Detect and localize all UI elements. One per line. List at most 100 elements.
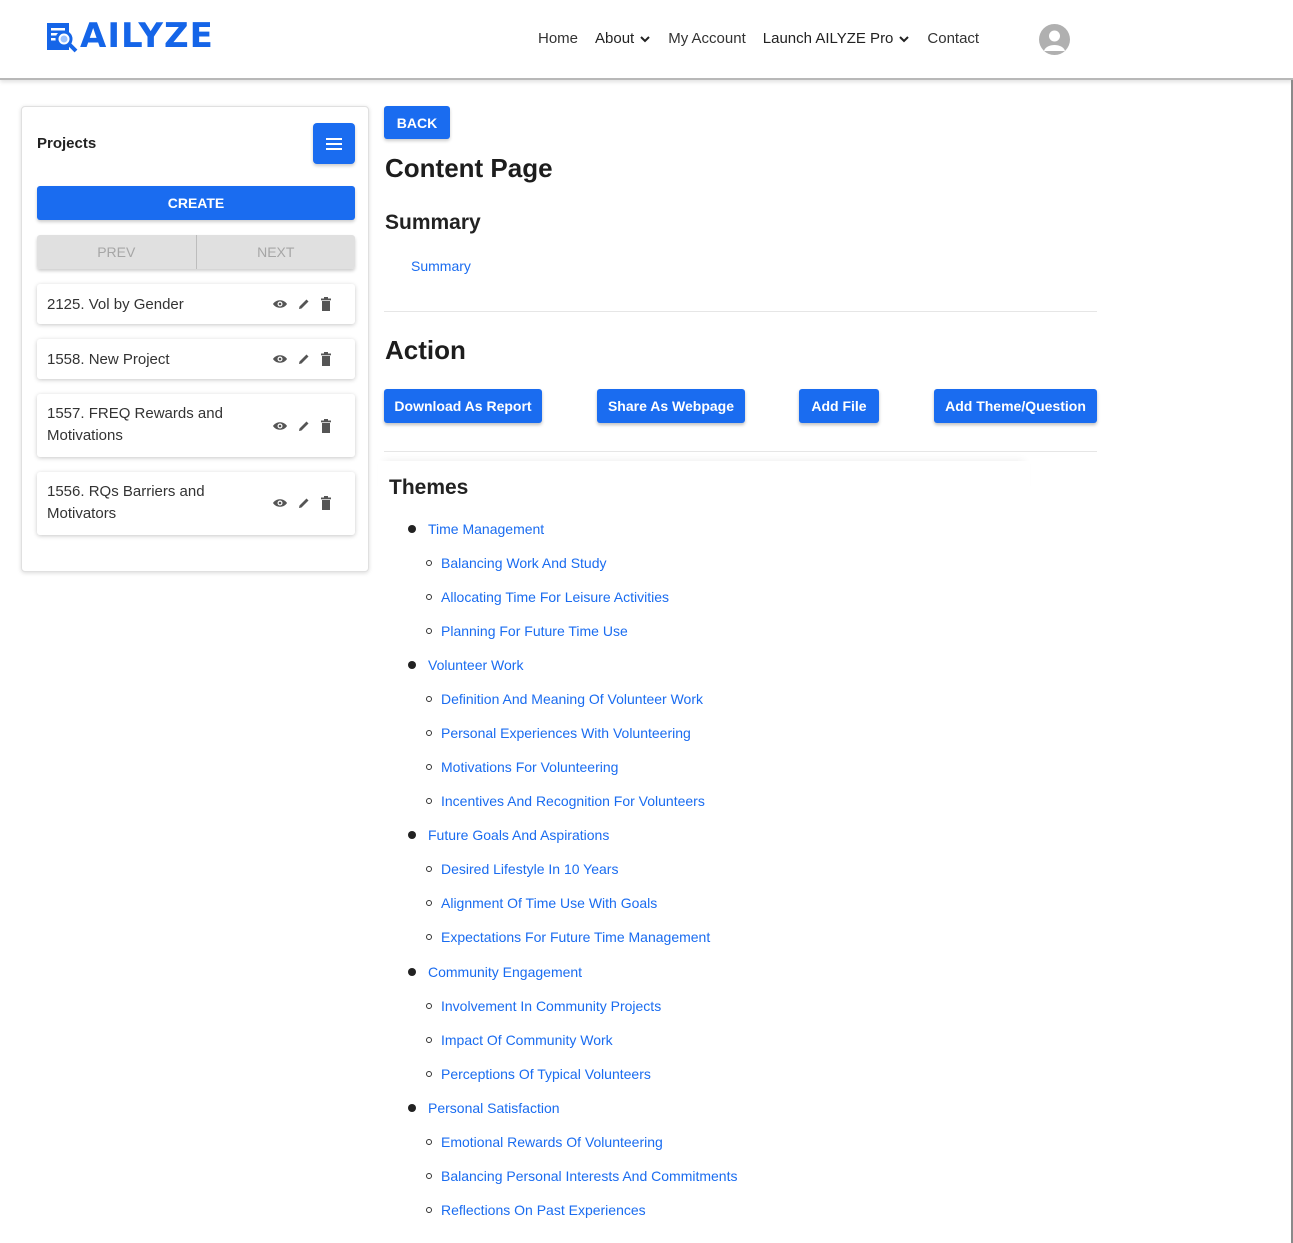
subtheme-item[interactable]: Motivations For Volunteering — [426, 759, 618, 775]
subtheme-title: Definition And Meaning Of Volunteer Work — [441, 691, 704, 707]
create-project-button[interactable]: CREATE — [37, 186, 355, 220]
nav-my-account[interactable]: My Account — [668, 30, 746, 47]
eye-icon[interactable] — [272, 352, 288, 366]
circle-bullet-icon — [426, 594, 432, 600]
subtheme-item[interactable]: Impact Of Community Work — [426, 1032, 613, 1048]
brand-name: AILYZE — [80, 16, 214, 56]
theme-item[interactable]: Time Management — [408, 521, 544, 537]
subtheme-item[interactable]: Allocating Time For Leisure Activities — [426, 589, 669, 605]
subtheme-title: Motivations For Volunteering — [441, 759, 619, 775]
pencil-icon[interactable] — [297, 496, 311, 510]
theme-item[interactable]: Community Engagement — [408, 964, 582, 980]
subtheme-title: Balancing Personal Interests And Commitm… — [441, 1168, 738, 1184]
project-item[interactable]: 1556. RQs Barriers and Motivators — [37, 472, 355, 535]
top-navbar: AILYZE Home About My Account Launch AILY… — [0, 0, 1293, 80]
subtheme-title: Reflections On Past Experiences — [441, 1202, 646, 1218]
menu-button[interactable] — [313, 123, 355, 164]
subtheme-item[interactable]: Expectations For Future Time Management — [426, 929, 710, 945]
pencil-icon[interactable] — [297, 352, 311, 366]
project-name: 1557. FREQ Rewards and Motivations — [47, 405, 223, 444]
subtheme-item[interactable]: Planning For Future Time Use — [426, 623, 628, 639]
user-avatar-icon[interactable] — [1039, 24, 1070, 55]
subtheme-item[interactable]: Perceptions Of Typical Volunteers — [426, 1066, 651, 1082]
subtheme-title: Incentives And Recognition For Volunteer… — [441, 793, 705, 809]
download-report-button[interactable]: Download As Report — [384, 389, 542, 423]
subtheme-item[interactable]: Reflections On Past Experiences — [426, 1202, 646, 1218]
theme-title: Future Goals And Aspirations — [428, 827, 610, 843]
themes-heading: Themes — [389, 476, 469, 499]
eye-icon[interactable] — [272, 297, 288, 311]
circle-bullet-icon — [426, 696, 432, 702]
circle-bullet-icon — [426, 1037, 432, 1043]
pencil-icon[interactable] — [297, 297, 311, 311]
subtheme-item[interactable]: Alignment Of Time Use With Goals — [426, 895, 657, 911]
subtheme-title: Emotional Rewards Of Volunteering — [441, 1134, 663, 1150]
trash-icon[interactable] — [320, 419, 332, 433]
project-name: 1556. RQs Barriers and Motivators — [47, 483, 205, 522]
circle-bullet-icon — [426, 1003, 432, 1009]
subtheme-item[interactable]: Balancing Work And Study — [426, 555, 607, 571]
subtheme-item[interactable]: Involvement In Community Projects — [426, 998, 661, 1014]
main-nav: Home About My Account Launch AILYZE Pro … — [538, 30, 996, 47]
project-item[interactable]: 2125. Vol by Gender — [37, 284, 355, 324]
bullet-icon — [408, 968, 416, 976]
prev-button[interactable]: PREV — [37, 235, 196, 269]
subtheme-title: Perceptions Of Typical Volunteers — [441, 1066, 651, 1082]
subtheme-title: Desired Lifestyle In 10 Years — [441, 861, 619, 877]
nav-contact[interactable]: Contact — [927, 30, 979, 47]
subtheme-title: Impact Of Community Work — [441, 1032, 613, 1048]
subtheme-item[interactable]: Emotional Rewards Of Volunteering — [426, 1134, 663, 1150]
trash-icon[interactable] — [320, 297, 332, 311]
circle-bullet-icon — [426, 900, 432, 906]
divider — [384, 451, 1097, 452]
subtheme-title: Personal Experiences With Volunteering — [441, 725, 691, 741]
back-button[interactable]: BACK — [384, 106, 450, 139]
circle-bullet-icon — [426, 560, 432, 566]
bullet-icon — [408, 661, 416, 669]
nav-home[interactable]: Home — [538, 30, 578, 47]
circle-bullet-icon — [426, 730, 432, 736]
brand-logo[interactable]: AILYZE — [44, 18, 214, 54]
project-item[interactable]: 1557. FREQ Rewards and Motivations — [37, 394, 355, 457]
bullet-icon — [408, 1104, 416, 1112]
theme-item[interactable]: Volunteer Work — [408, 657, 523, 673]
subtheme-item[interactable]: Incentives And Recognition For Volunteer… — [426, 793, 705, 809]
theme-item[interactable]: Personal Satisfaction — [408, 1100, 560, 1116]
nav-launch-label: Launch AILYZE Pro — [762, 30, 894, 47]
theme-title: Personal Satisfaction — [428, 1100, 560, 1116]
bullet-icon — [408, 525, 416, 533]
circle-bullet-icon — [426, 798, 432, 804]
projects-title: Projects — [37, 135, 97, 152]
subtheme-title: Alignment Of Time Use With Goals — [441, 895, 658, 911]
subtheme-item[interactable]: Definition And Meaning Of Volunteer Work — [426, 691, 703, 707]
circle-bullet-icon — [426, 628, 432, 634]
circle-bullet-icon — [426, 1139, 432, 1145]
add-theme-question-button[interactable]: Add Theme/Question — [934, 389, 1097, 423]
theme-title: Community Engagement — [428, 964, 583, 980]
nav-about-label: About — [595, 30, 635, 47]
circle-bullet-icon — [426, 866, 432, 872]
nav-launch-pro[interactable]: Launch AILYZE Pro — [763, 30, 911, 47]
projects-panel: Projects CREATE PREV NEXT 2125. Vol by G… — [21, 106, 369, 572]
project-item[interactable]: 1558. New Project — [37, 339, 355, 379]
action-heading: Action — [385, 335, 466, 365]
subtheme-item[interactable]: Balancing Personal Interests And Commitm… — [426, 1168, 737, 1184]
eye-icon[interactable] — [272, 419, 288, 433]
theme-item[interactable]: Future Goals And Aspirations — [408, 827, 609, 843]
share-webpage-button[interactable]: Share As Webpage — [597, 389, 745, 423]
chevron-down-icon — [899, 35, 910, 42]
nav-about[interactable]: About — [595, 30, 651, 47]
trash-icon[interactable] — [320, 352, 332, 366]
subtheme-item[interactable]: Personal Experiences With Volunteering — [426, 725, 691, 741]
circle-bullet-icon — [426, 1071, 432, 1077]
trash-icon[interactable] — [320, 496, 332, 510]
summary-link[interactable]: Summary — [411, 258, 471, 274]
subtheme-title: Planning For Future Time Use — [441, 623, 628, 639]
theme-title: Time Management — [428, 521, 545, 537]
pencil-icon[interactable] — [297, 419, 311, 433]
next-button[interactable]: NEXT — [195, 235, 355, 269]
eye-icon[interactable] — [272, 496, 288, 510]
add-file-button[interactable]: Add File — [799, 389, 879, 423]
subtheme-item[interactable]: Desired Lifestyle In 10 Years — [426, 861, 618, 877]
bullet-icon — [408, 831, 416, 839]
